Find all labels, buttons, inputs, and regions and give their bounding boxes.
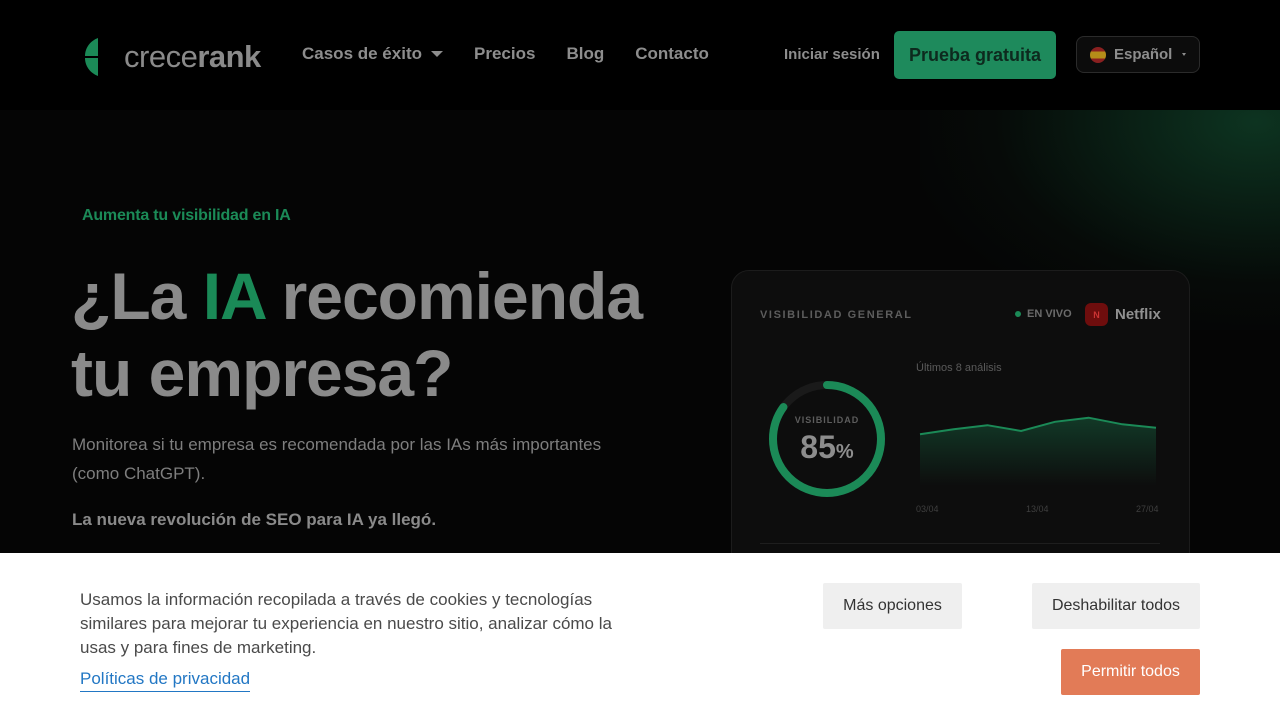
nav-casos-de-exito[interactable]: Casos de éxito	[302, 44, 443, 64]
crecerank-logo[interactable]: crecerank	[84, 36, 261, 78]
privacy-policy-link[interactable]: Políticas de privacidad	[80, 669, 251, 692]
logo-mark-icon	[85, 38, 98, 76]
language-label: Español	[1114, 46, 1173, 63]
gauge-label: VISIBILIDAD	[794, 415, 860, 425]
x-tick-end: 27/04	[1136, 504, 1159, 514]
nav-casos-label: Casos de éxito	[302, 44, 422, 63]
hero-headline: ¿La IA recomienda tu empresa?	[71, 259, 643, 410]
top-navbar: crecerank Casos de éxito Precios Blog Co…	[0, 0, 1280, 110]
chevron-down-icon	[1182, 53, 1187, 56]
x-tick-start: 03/04	[916, 504, 939, 514]
more-options-button[interactable]: Más opciones	[823, 583, 962, 629]
brand-name: Netflix	[1115, 306, 1161, 323]
live-dot-icon	[1015, 311, 1021, 317]
gauge-value: 85%	[800, 429, 854, 465]
main-menu: Casos de éxito Precios Blog Contacto	[302, 44, 740, 64]
logo-wordmark: crecerank	[124, 39, 261, 74]
hero-subtext: Monitorea si tu empresa es recomendada p…	[72, 435, 602, 483]
allow-all-button[interactable]: Permitir todos	[1061, 649, 1200, 695]
trend-area	[920, 417, 1156, 486]
cookie-consent-banner: Usamos la información recopilada a travé…	[0, 553, 1280, 720]
free-trial-button[interactable]: Prueba gratuita	[894, 31, 1056, 79]
card-divider	[760, 543, 1160, 544]
language-selector[interactable]: Español	[1076, 36, 1200, 73]
x-tick-mid: 13/04	[1026, 504, 1049, 514]
live-indicator: EN VIVO	[1015, 308, 1072, 320]
cookie-message: Usamos la información recopilada a travé…	[80, 590, 612, 657]
nav-contacto[interactable]: Contacto	[635, 44, 709, 64]
visibility-dashboard-card: VISIBILIDAD GENERAL EN VIVO N Netflix VI…	[731, 270, 1190, 553]
chart-caption: Últimos 8 análisis	[916, 362, 1002, 374]
netflix-badge-icon: N	[1085, 303, 1108, 326]
trend-chart	[919, 416, 1157, 486]
spain-flag-icon	[1090, 46, 1106, 63]
nav-precios[interactable]: Precios	[474, 44, 535, 64]
chevron-down-icon	[431, 51, 443, 57]
card-title: VISIBILIDAD GENERAL	[760, 309, 913, 321]
login-link[interactable]: Iniciar sesión	[784, 46, 880, 63]
disable-all-button[interactable]: Deshabilitar todos	[1032, 583, 1200, 629]
nav-blog[interactable]: Blog	[566, 44, 604, 64]
hero-tagline: La nueva revolución de SEO para IA ya ll…	[72, 510, 437, 529]
hero-eyebrow: Aumenta tu visibilidad en IA	[82, 207, 291, 224]
hero-section: Aumenta tu visibilidad en IA ¿La IA reco…	[0, 110, 1280, 553]
